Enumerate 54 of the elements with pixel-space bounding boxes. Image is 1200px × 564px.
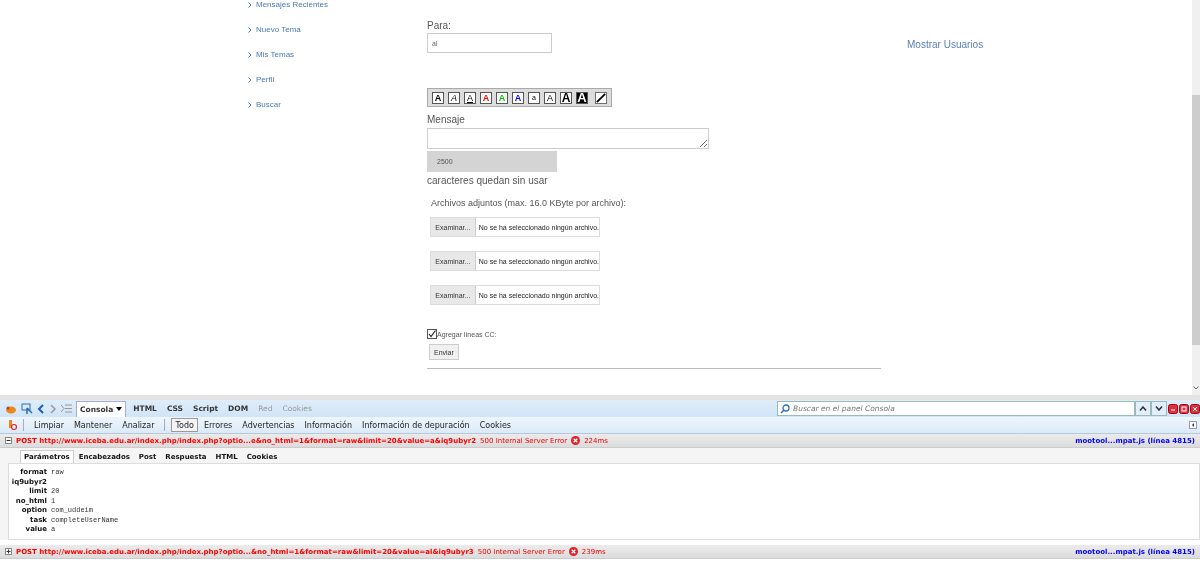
inspect-icon[interactable] <box>21 402 33 415</box>
filter-button[interactable]: Todo <box>171 418 198 432</box>
message-field[interactable] <box>427 128 709 149</box>
collapse-icon[interactable] <box>5 437 12 444</box>
filter-button[interactable]: Errores <box>199 418 237 432</box>
bug-icon[interactable] <box>7 419 17 431</box>
chevron-icon <box>248 102 252 108</box>
sidebar-link[interactable]: Buscar <box>256 100 281 110</box>
scroll-down-icon[interactable] <box>1193 386 1199 390</box>
restore-icon[interactable] <box>1179 403 1189 414</box>
sidebar-link[interactable]: Perfil <box>256 75 275 85</box>
scrollbar[interactable] <box>1192 0 1200 395</box>
filter-button[interactable]: Cookies <box>475 418 515 432</box>
format-button[interactable]: A <box>432 91 444 104</box>
expand-icon[interactable] <box>5 548 12 555</box>
counter-note: caracteres quedan sin usar <box>427 174 548 188</box>
message-label: Mensaje <box>427 114 465 125</box>
chevron-icon <box>248 77 252 83</box>
sidebar-link[interactable]: Mis Temas <box>256 50 295 60</box>
sidebar-link[interactable]: Nuevo Tema <box>256 25 301 35</box>
cc-checkbox[interactable] <box>427 329 437 339</box>
minimize-icon[interactable] <box>1168 403 1178 414</box>
format-button[interactable]: A <box>448 91 460 104</box>
chevron-icon <box>248 2 252 8</box>
attachments-label: Archivos adjuntos (max. 16.0 KByte por archivo): <box>431 198 627 208</box>
error-icon <box>571 436 581 445</box>
console-action-button[interactable]: Mantener <box>69 418 117 432</box>
scrollbar-thumb[interactable] <box>1192 95 1200 345</box>
caret-up-icon <box>1139 406 1147 411</box>
previous-match-button[interactable] <box>1135 401 1151 416</box>
close-icon[interactable] <box>1190 403 1200 414</box>
format-button[interactable]: A <box>544 91 556 104</box>
format-button[interactable]: A <box>512 91 524 104</box>
slash-icon[interactable] <box>595 91 607 104</box>
filter-button[interactable]: Advertencias <box>238 418 299 432</box>
filter-button[interactable]: Información <box>300 418 357 432</box>
format-button[interactable]: A <box>576 91 588 104</box>
filter-button[interactable]: Información de depuración <box>358 418 474 432</box>
show-users-link[interactable]: Mostrar Usuarios <box>907 39 984 50</box>
format-button[interactable]: A <box>480 91 492 104</box>
to-label: Para: <box>427 20 451 31</box>
format-button[interactable]: A <box>560 91 572 104</box>
console-action-button[interactable]: Limpiar <box>30 418 68 432</box>
back-icon[interactable] <box>37 403 45 414</box>
console-action-button[interactable]: Analizar <box>118 418 159 432</box>
chevron-icon <box>248 52 252 58</box>
collapse-icon[interactable] <box>1189 421 1197 429</box>
format-button[interactable]: A <box>464 91 476 104</box>
error-icon <box>568 547 578 556</box>
caret-icon <box>116 407 123 411</box>
next-match-button[interactable] <box>1151 401 1167 416</box>
chevron-icon <box>248 27 252 33</box>
sidebar-link[interactable]: Mensajes Recientes <box>256 0 329 10</box>
caret-down-icon <box>1155 406 1163 411</box>
